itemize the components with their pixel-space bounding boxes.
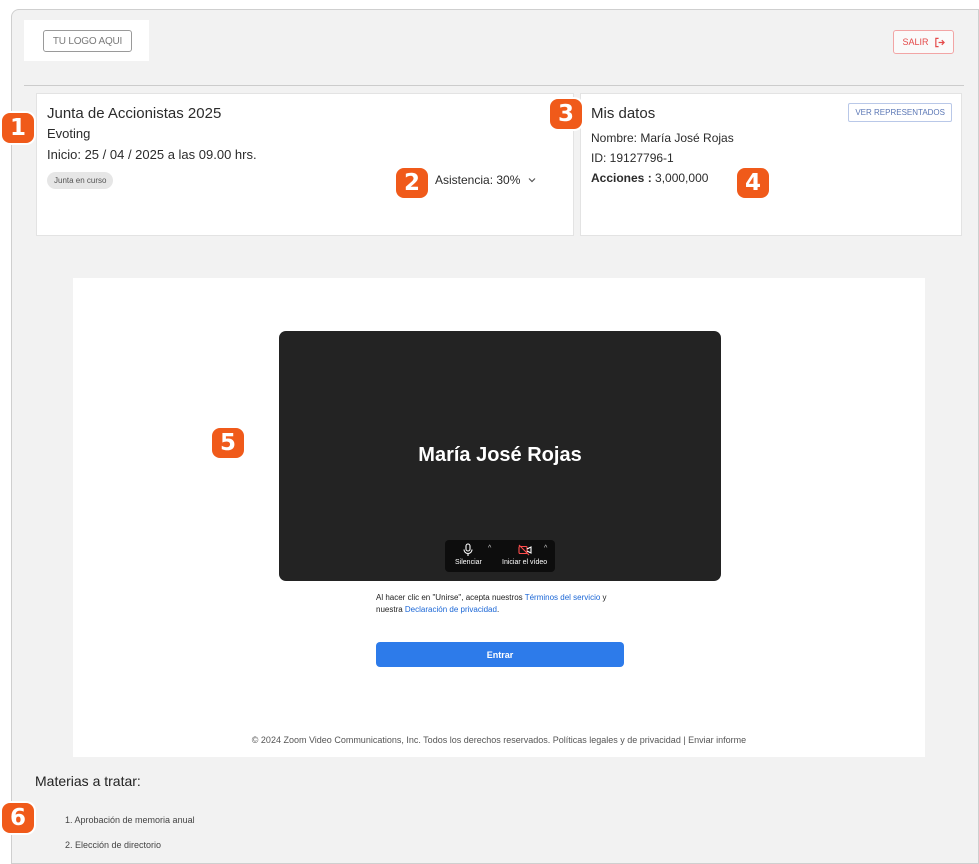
agenda-item: 1. Aprobación de memoria anual [65, 815, 195, 825]
logo-container: TU LOGO AQUI [24, 20, 149, 61]
annotation-marker-3: 3 [550, 99, 582, 129]
privacy-link[interactable]: Declaración de privacidad [405, 605, 497, 614]
junta-card: Junta de Accionistas 2025 Evoting Inicio… [36, 93, 574, 236]
participant-name: María José Rojas [418, 444, 582, 466]
view-represented-button[interactable]: VER REPRESENTADOS [848, 103, 952, 122]
annotation-marker-1: 1 [2, 113, 34, 143]
annotation-marker-4: 4 [737, 168, 769, 198]
my-data-card: Mis datos VER REPRESENTADOS Nombre: Marí… [580, 93, 962, 236]
shares-value: 3,000,000 [655, 171, 709, 185]
logout-label: SALIR [902, 37, 929, 47]
video-options-chevron-icon[interactable]: ^ [544, 545, 547, 552]
attendance-label: Asistencia: 30% [435, 173, 521, 187]
terms-text: Al hacer clic en "Unirse", acepta nuestr… [376, 592, 626, 616]
attendance-dropdown[interactable]: Asistencia: 30% [435, 173, 536, 187]
annotation-marker-2: 2 [396, 168, 428, 198]
zoom-embed: María José Rojas Silenciar ^ Iniciar el … [73, 278, 925, 757]
mute-options-chevron-icon[interactable]: ^ [488, 545, 491, 552]
start-video-button[interactable]: Iniciar el vídeo [502, 543, 547, 566]
video-camera-off-icon [518, 544, 532, 556]
user-shares: Acciones : 3,000,000 [591, 171, 708, 185]
start-video-label: Iniciar el vídeo [502, 559, 548, 566]
agenda-item: 2. Elección de directorio [65, 840, 162, 850]
junta-start-date: Inicio: 25 / 04 / 2025 a las 09.00 hrs. [47, 147, 257, 162]
video-preview: María José Rojas Silenciar ^ Iniciar el … [279, 331, 721, 581]
terms-of-service-link[interactable]: Términos del servicio [525, 593, 601, 602]
agenda-title: Materias a tratar: [35, 773, 141, 789]
junta-title: Junta de Accionistas 2025 [47, 105, 222, 122]
logout-icon [934, 37, 945, 47]
microphone-icon [463, 543, 473, 556]
chevron-down-icon [528, 178, 536, 183]
join-button[interactable]: Entrar [376, 642, 624, 667]
annotation-marker-6: 6 [2, 803, 34, 833]
annotation-marker-5: 5 [212, 428, 244, 458]
video-controls: Silenciar ^ Iniciar el vídeo ^ [445, 540, 555, 572]
header-divider [24, 85, 964, 86]
my-data-title: Mis datos [591, 105, 656, 122]
header: TU LOGO AQUI SALIR [24, 20, 956, 82]
mute-label: Silenciar [455, 559, 482, 566]
status-badge: Junta en curso [47, 172, 114, 189]
zoom-footer: © 2024 Zoom Video Communications, Inc. T… [251, 735, 747, 745]
shares-label: Acciones : [591, 171, 652, 185]
terms-prefix: Al hacer clic en "Unirse", acepta nuestr… [376, 593, 525, 602]
user-name: Nombre: María José Rojas [591, 131, 734, 145]
terms-suffix: . [496, 605, 500, 614]
mute-button[interactable]: Silenciar [455, 543, 482, 566]
user-id: ID: 19127796-1 [591, 151, 674, 165]
junta-type: Evoting [47, 126, 91, 141]
logo-placeholder: TU LOGO AQUI [43, 30, 132, 52]
logout-button[interactable]: SALIR [893, 30, 954, 54]
